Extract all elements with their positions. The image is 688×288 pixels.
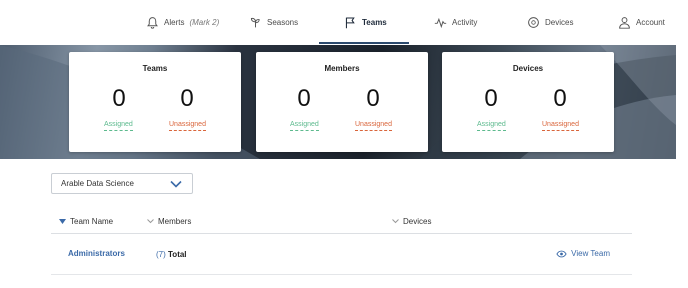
- nav-item-alerts[interactable]: Alerts (Mark 2): [146, 0, 219, 45]
- user-icon: [619, 17, 630, 29]
- nav-label-devices: Devices: [545, 18, 574, 27]
- stat-card-members: Members 0 0 Assigned Unassigned: [256, 52, 428, 152]
- assigned-count: 0: [484, 85, 498, 112]
- members-cell: (7) Total: [156, 250, 187, 259]
- unassigned-count: 0: [366, 85, 380, 112]
- chevron-down-icon: [392, 219, 399, 224]
- nav-label-seasons: Seasons: [267, 18, 299, 27]
- column-label: Team Name: [70, 217, 114, 226]
- table-header: Team Name Members Devices: [51, 210, 632, 234]
- nav-item-account[interactable]: Account: [618, 0, 665, 45]
- assigned-count: 0: [112, 85, 126, 112]
- organization-select[interactable]: Arable Data Science: [51, 173, 193, 194]
- column-label: Devices: [403, 217, 432, 226]
- nav-label-teams: Teams: [362, 18, 387, 27]
- members-total-label: Total: [168, 250, 187, 259]
- members-count: (7): [156, 250, 166, 259]
- column-label: Members: [158, 217, 192, 226]
- nav-label-activity: Activity: [452, 18, 478, 27]
- stat-card-title: Teams: [142, 64, 168, 73]
- organization-select-value: Arable Data Science: [61, 179, 134, 188]
- team-name-link[interactable]: Administrators: [68, 249, 125, 258]
- assigned-count: 0: [297, 85, 311, 112]
- chevron-down-icon: [147, 219, 154, 224]
- nav-label-account: Account: [636, 18, 665, 27]
- device-icon: [528, 17, 539, 28]
- activity-pulse-icon: [434, 17, 447, 29]
- column-header-team-name[interactable]: Team Name: [59, 217, 113, 226]
- eye-icon: [556, 250, 567, 257]
- assigned-link[interactable]: Assigned: [290, 121, 319, 131]
- view-team-button[interactable]: View Team: [556, 249, 610, 258]
- assigned-link[interactable]: Assigned: [104, 121, 133, 131]
- sort-desc-icon: [59, 219, 66, 224]
- top-nav: Alerts (Mark 2) Seasons Teams Activity D…: [0, 0, 688, 45]
- unassigned-count: 0: [180, 85, 194, 112]
- stat-card-devices: Devices 0 0 Assigned Unassigned: [442, 52, 614, 152]
- stat-card-title: Devices: [512, 64, 544, 73]
- nav-item-teams[interactable]: Teams: [344, 0, 387, 45]
- column-header-members[interactable]: Members: [147, 217, 191, 226]
- nav-item-seasons[interactable]: Seasons: [249, 0, 298, 45]
- sprout-icon: [250, 17, 260, 28]
- column-header-devices[interactable]: Devices: [392, 217, 431, 226]
- stat-card-title: Members: [324, 64, 360, 73]
- nav-item-activity[interactable]: Activity: [434, 0, 477, 45]
- unassigned-link[interactable]: Unassigned: [355, 121, 392, 131]
- unassigned-link[interactable]: Unassigned: [169, 121, 206, 131]
- unassigned-link[interactable]: Unassigned: [542, 121, 579, 131]
- table-row: Administrators (7) Total View Team: [51, 234, 632, 275]
- assigned-link[interactable]: Assigned: [477, 121, 506, 131]
- nav-label-alerts: Alerts: [164, 18, 185, 27]
- bell-icon: [147, 17, 158, 29]
- nav-label-alerts-sub: (Mark 2): [189, 18, 220, 27]
- flag-icon: [345, 17, 355, 29]
- nav-item-devices[interactable]: Devices: [527, 0, 573, 45]
- unassigned-count: 0: [553, 85, 567, 112]
- view-team-label: View Team: [571, 249, 610, 258]
- active-tab-indicator: [319, 42, 409, 44]
- stat-card-teams: Teams 0 0 Assigned Unassigned: [69, 52, 241, 152]
- chevron-down-icon: [170, 180, 182, 188]
